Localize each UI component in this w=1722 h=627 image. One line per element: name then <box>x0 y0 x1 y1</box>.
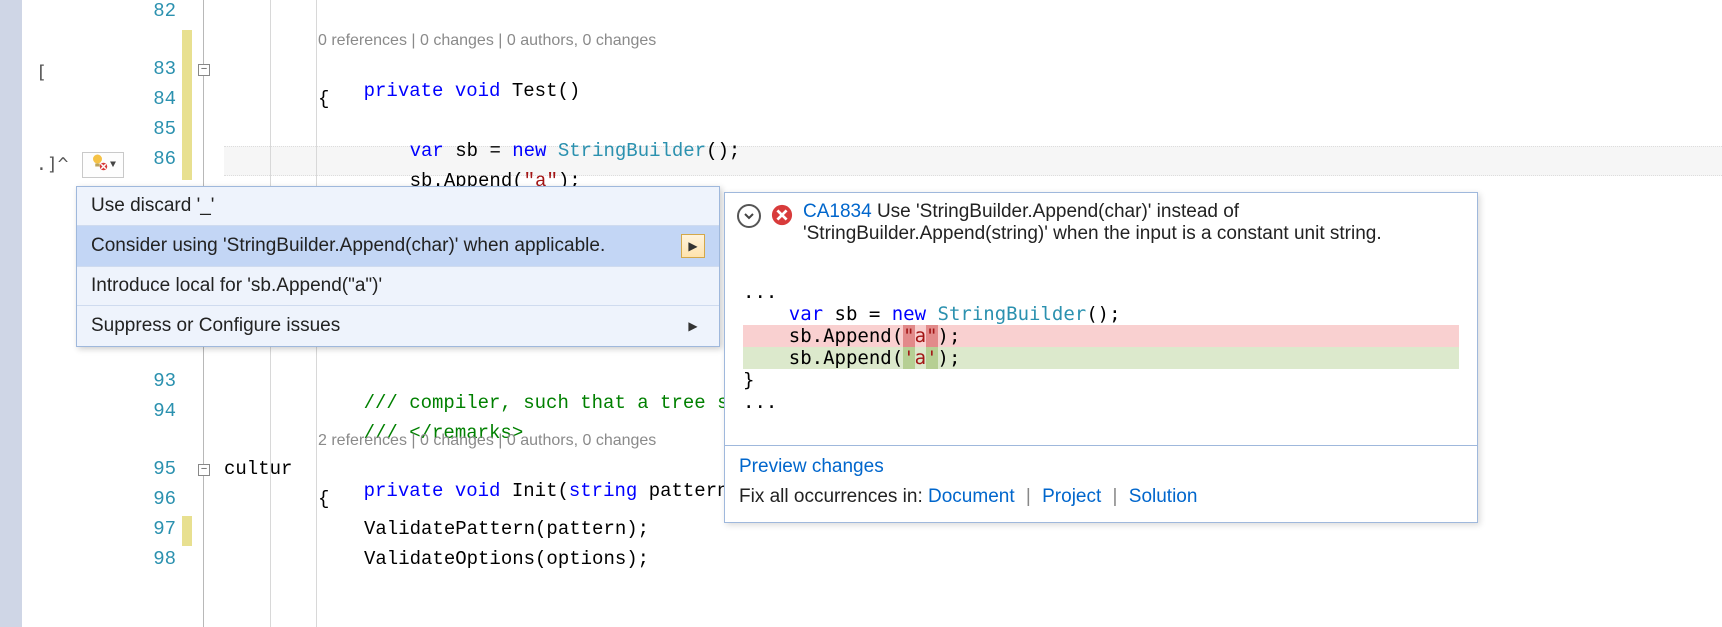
analyzer-rule-desc: Use 'StringBuilder.Append(char)' instead… <box>803 201 1382 244</box>
code-line: { <box>318 88 329 110</box>
quick-actions-menu: Use discard '_' Consider using 'StringBu… <box>76 186 720 347</box>
bracket-close-glyph: .]^ <box>36 154 69 175</box>
line-number: 93 <box>130 370 176 392</box>
error-icon <box>771 204 793 226</box>
diff-context: } <box>743 369 754 391</box>
line-number: 98 <box>130 548 176 570</box>
line-number: 95 <box>130 458 176 480</box>
fix-all-project-link[interactable]: Project <box>1042 486 1101 507</box>
separator: | <box>1107 486 1124 507</box>
analyzer-rule-id[interactable]: CA1834 <box>803 201 872 222</box>
menu-item-label: Use discard '_' <box>91 195 214 217</box>
lightbulb-dropdown[interactable]: ▼ <box>82 152 124 178</box>
outline-collapse-toggle[interactable]: − <box>198 464 210 476</box>
code-line: ValidateOptions(options); <box>364 548 649 570</box>
preview-header: CA1834 Use 'StringBuilder.Append(char)' … <box>725 193 1477 255</box>
lightbulb-icon <box>90 153 108 177</box>
diff-added-line: sb.Append('a'); <box>743 347 1459 369</box>
preview-actions: Preview changes Fix all occurrences in: … <box>725 446 1477 522</box>
chevron-down-icon: ▼ <box>110 160 116 171</box>
gutter-blank <box>22 0 32 627</box>
line-number: 96 <box>130 488 176 510</box>
fix-all-solution-link[interactable]: Solution <box>1129 486 1198 507</box>
scrollbar-left-gap <box>0 0 22 627</box>
code-line: { <box>318 488 329 510</box>
diff-preview: ... var sb = new StringBuilder(); sb.App… <box>725 255 1477 446</box>
preview-header-text: CA1834 Use 'StringBuilder.Append(char)' … <box>803 201 1465 245</box>
fix-preview-panel: CA1834 Use 'StringBuilder.Append(char)' … <box>724 192 1478 523</box>
line-number: 82 <box>130 0 176 22</box>
codelens-info[interactable]: 2 references | 0 changes | 0 authors, 0 … <box>318 432 656 450</box>
fix-all-document-link[interactable]: Document <box>928 486 1015 507</box>
diff-context: var sb = new StringBuilder(); <box>743 303 1121 325</box>
quick-action-append-char[interactable]: Consider using 'StringBuilder.Append(cha… <box>77 226 719 267</box>
line-number: 83 <box>130 58 176 80</box>
outline-collapse-toggle[interactable]: − <box>198 64 210 76</box>
code-line: private void Test() <box>318 58 580 124</box>
fix-all-row: Fix all occurrences in: Document | Proje… <box>739 486 1463 508</box>
line-number: 85 <box>130 118 176 140</box>
codelens-info[interactable]: 0 references | 0 changes | 0 authors, 0 … <box>318 32 656 50</box>
change-mark <box>182 516 192 546</box>
diff-context: ... <box>743 391 777 413</box>
bracket-open-glyph: [ <box>36 62 47 83</box>
separator: | <box>1020 486 1037 507</box>
quick-action-introduce-local[interactable]: Introduce local for 'sb.Append("a")' <box>77 267 719 306</box>
code-line: ValidatePattern(pattern); <box>364 518 649 540</box>
submenu-arrow-icon: ▶ <box>681 314 705 338</box>
line-number: 86 <box>130 148 176 170</box>
menu-item-label: Consider using 'StringBuilder.Append(cha… <box>91 235 605 257</box>
change-mark <box>182 30 192 180</box>
line-number: 97 <box>130 518 176 540</box>
line-number: 94 <box>130 400 176 422</box>
bracket-gutter: [ .]^ <box>32 0 78 627</box>
diff-context: ... <box>743 281 777 303</box>
quick-action-use-discard[interactable]: Use discard '_' <box>77 187 719 226</box>
fix-all-label: Fix all occurrences in: <box>739 486 928 507</box>
collapse-toggle-icon[interactable] <box>737 204 761 228</box>
quick-action-suppress-configure[interactable]: Suppress or Configure issues ▶ <box>77 306 719 346</box>
menu-item-label: Introduce local for 'sb.Append("a")' <box>91 275 382 297</box>
menu-item-label: Suppress or Configure issues <box>91 315 340 337</box>
line-number: 84 <box>130 88 176 110</box>
preview-changes-link[interactable]: Preview changes <box>739 456 884 477</box>
submenu-arrow-icon: ▶ <box>681 234 705 258</box>
diff-removed-line: sb.Append("a"); <box>743 325 1459 347</box>
